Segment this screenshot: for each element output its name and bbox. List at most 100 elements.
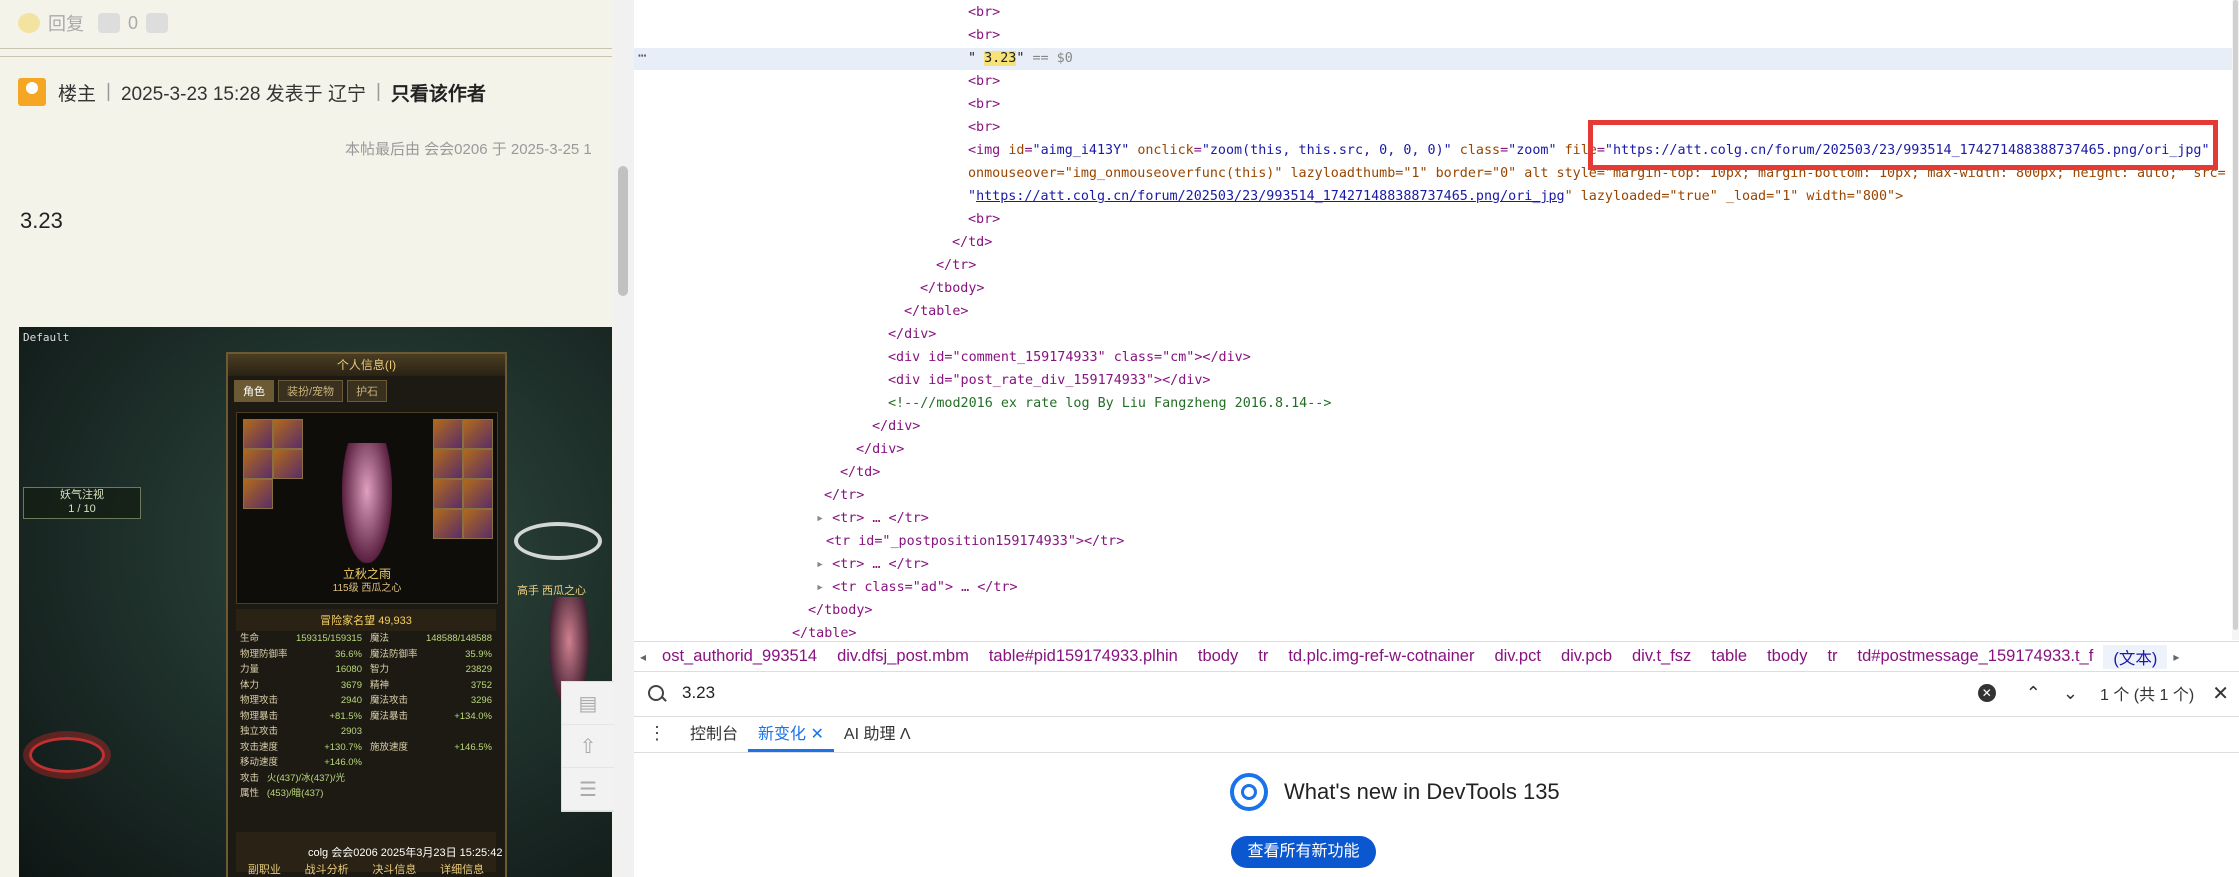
swirl-effect <box>514 522 602 560</box>
stat-row: 力量 16080 智力 23829 <box>236 662 496 678</box>
stat-cell: 生命 159315/159315 <box>236 631 366 647</box>
dom-breadcrumb: ◂ ost_authorid_993514 div.dfsj_post.mbm tab… <box>634 641 2239 672</box>
br-tag: <br> <box>968 97 1001 112</box>
code-line[interactable]: </tbody> <box>920 278 985 300</box>
thumbs-down-icon[interactable] <box>146 13 169 33</box>
code-line[interactable]: </tbody> <box>808 600 873 622</box>
more-tools-icon[interactable]: ⋮ <box>634 723 680 752</box>
fame-value: 冒险家名望 49,933 <box>236 609 496 631</box>
breadcrumb-item[interactable]: div.pct <box>1484 647 1550 666</box>
reply-button[interactable]: 回复 <box>48 10 84 36</box>
breadcrumb-item[interactable]: div.dfsj_post.mbm <box>827 647 979 666</box>
page-scrollbar[interactable] <box>614 0 635 877</box>
code-line[interactable]: </div> <box>888 324 936 346</box>
stat-label: 独立攻击 <box>240 726 279 737</box>
search-input[interactable] <box>680 682 1978 704</box>
breadcrumb-item[interactable]: div.pcb <box>1551 647 1622 666</box>
code-line[interactable]: </td> <box>952 232 992 254</box>
code-line[interactable]: <div id="comment_159174933" class="cm"><… <box>888 347 1251 369</box>
expand-arrow-icon[interactable]: ▸ <box>816 580 824 595</box>
code-line[interactable]: </table> <box>904 301 969 323</box>
stat-value: 火(437)/冰(437)/光(453)/暗(437) <box>266 772 345 800</box>
reply-icon[interactable] <box>18 13 40 33</box>
thumbs-up-icon[interactable] <box>98 13 120 33</box>
stat-cell: 物理暴击 +81.5% <box>236 709 366 725</box>
comment-icon[interactable]: ▤ <box>562 682 614 725</box>
code-line[interactable]: </tr> <box>824 485 864 507</box>
clear-search-icon[interactable]: ✕ <box>1977 684 1996 702</box>
separator: | <box>106 81 111 102</box>
code-line[interactable]: <br> <box>968 71 1000 93</box>
stat-cell: 体力 3679 <box>236 678 366 694</box>
code-line[interactable]: <br> <box>968 25 1000 47</box>
back-to-top-icon[interactable]: ⇧ <box>562 725 614 768</box>
breadcrumb-item[interactable]: table <box>1701 647 1757 666</box>
expand-arrow-icon[interactable]: ▸ <box>816 511 824 526</box>
code-line-selected-text[interactable]: " 3.23" == $0 <box>968 48 1073 70</box>
breadcrumb-item[interactable]: td.plc.img-ref-w-cotnainer <box>1278 647 1484 666</box>
img-id: aimg_i413Y <box>1040 143 1122 158</box>
character-info-panel: 个人信息(I) 角色 装扮/宠物 护石 立秋之雨 115级 西瓜之心 冒险家名望… <box>226 352 507 877</box>
stat-value: 36.6% <box>335 648 362 660</box>
equip-slot <box>463 449 493 479</box>
breadcrumb-item[interactable]: tbody <box>1757 647 1817 666</box>
stat-row: 物理防御率 36.6% 魔法防御率 35.9% <box>236 647 496 663</box>
elements-scrollbar[interactable] <box>2232 0 2239 640</box>
see-all-features-button[interactable]: 查看所有新功能 <box>1231 836 1376 868</box>
next-match-icon[interactable]: ⌄ <box>2063 683 2078 704</box>
breadcrumb-item[interactable]: table#pid159174933.plhin <box>979 647 1188 666</box>
code-line[interactable]: <br> <box>968 94 1000 116</box>
tab-console[interactable]: 控制台 <box>680 720 748 752</box>
list-icon[interactable]: ☰ <box>562 768 614 811</box>
code-line[interactable]: <tr id="_postposition159174933"></tr> <box>826 531 1124 553</box>
buff-indicator: 妖气注视 1 / 10 <box>23 487 141 519</box>
elements-tree: ⋯ <br> <br> " 3.23" == $0 <br> <br> <br>… <box>634 0 2232 640</box>
code-line[interactable]: </tr> <box>936 255 976 277</box>
stat-row: 独立攻击 2903 <box>236 724 496 740</box>
post-image-game-screenshot[interactable]: Default 妖气注视 1 / 10 高手 西瓜之心 个人信息(I) 角色 装… <box>19 327 612 877</box>
only-author-link[interactable]: 只看该作者 <box>391 79 486 106</box>
code-line[interactable]: <div id="post_rate_div_159174933"></div> <box>888 370 1210 392</box>
breadcrumb-scroll-left-icon[interactable]: ◂ <box>634 650 652 664</box>
code-line-collapsed[interactable]: ▸ <tr> … </tr> <box>816 508 929 530</box>
close-tab-icon[interactable]: ✕ <box>810 726 823 743</box>
close-tag: </div> <box>872 419 921 434</box>
code-line[interactable]: <br> <box>968 2 1000 24</box>
breadcrumb-item[interactable]: ost_authorid_993514 <box>652 647 827 666</box>
breadcrumb-item[interactable]: tr <box>1248 647 1278 666</box>
code-line[interactable]: </td> <box>840 462 880 484</box>
author-role: 楼主 <box>58 83 97 105</box>
expand-arrow-icon[interactable]: ▸ <box>816 557 824 572</box>
code-line[interactable]: <br> <box>968 209 1000 231</box>
breadcrumb-scroll-right-icon[interactable]: ▸ <box>2167 650 2185 664</box>
breadcrumb-item[interactable]: (文本) <box>2103 644 2168 669</box>
scrollbar-thumb[interactable] <box>618 166 628 296</box>
collapsed-tr: <tr> … </tr> <box>832 557 929 572</box>
close-find-icon[interactable]: ✕ <box>2212 681 2229 706</box>
br-tag: <br> <box>968 74 1001 89</box>
code-line[interactable]: <!--//mod2016 ex rate log By Liu Fangzhe… <box>888 393 1331 415</box>
breadcrumb-item[interactable]: tbody <box>1188 647 1248 666</box>
code-line-collapsed[interactable]: ▸ <tr class="ad"> … </tr> <box>816 577 1018 599</box>
code-line[interactable]: </table> <box>792 623 857 640</box>
code-line[interactable]: <br> <box>968 117 1000 139</box>
breadcrumb-item[interactable]: div.t_fsz <box>1622 647 1701 666</box>
stat-value: 148588/148588 <box>425 633 492 644</box>
code-line[interactable]: </div> <box>872 416 920 438</box>
stats-table: 生命 159315/159315 魔法 148588/148588 物理防御率 36.6%… <box>236 631 496 800</box>
code-line-collapsed[interactable]: ▸ <tr> … </tr> <box>816 554 929 576</box>
stat-label: 物理暴击 <box>240 710 279 722</box>
stat-cell: 物理攻击 2940 <box>236 693 366 709</box>
more-options-icon[interactable]: ⋯ <box>638 48 646 64</box>
img-src-link[interactable]: https://att.colg.cn/forum/202503/23/9935… <box>976 189 1565 204</box>
breadcrumb-item[interactable]: tr <box>1817 647 1847 666</box>
code-line[interactable]: </div> <box>856 439 904 461</box>
previous-match-icon[interactable]: ⌃ <box>2026 683 2041 704</box>
tab-ai-assistant[interactable]: AI 助理 Λ <box>834 720 921 752</box>
tab-whats-new[interactable]: 新变化 ✕ <box>748 720 834 752</box>
code-line[interactable]: "https://att.colg.cn/forum/202503/23/993… <box>968 186 1903 208</box>
scrollbar-thumb[interactable] <box>2233 0 2238 630</box>
stat-label: 精神 <box>370 679 390 691</box>
close-tag: </tr> <box>936 258 977 273</box>
breadcrumb-item[interactable]: td#postmessage_159174933.t_f <box>1848 647 2104 666</box>
